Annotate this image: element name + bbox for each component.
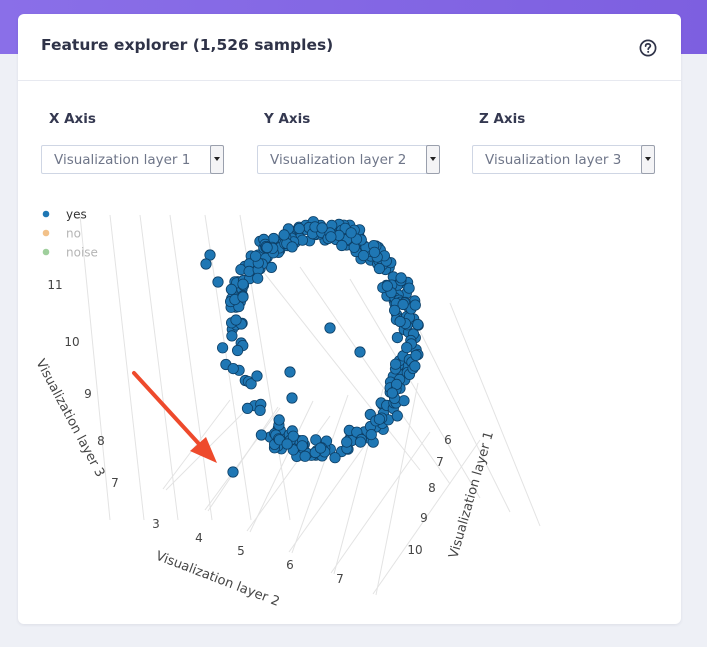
data-point-yes (296, 440, 308, 452)
data-point-yes (316, 222, 328, 234)
data-point-yes (278, 229, 290, 241)
x-tick-label: 6 (444, 433, 452, 447)
data-point-yes (388, 304, 401, 316)
x-tick-label: 8 (428, 481, 436, 495)
data-point-yes (286, 241, 298, 253)
data-point-yes (365, 428, 377, 441)
grid-line-z (139, 214, 179, 521)
data-point-yes (237, 278, 249, 290)
data-point-yes (251, 370, 263, 382)
data-point-yes (325, 231, 337, 243)
legend-label-noise[interactable]: noise (66, 246, 98, 260)
z-tick-label: 7 (111, 476, 119, 490)
legend-marker-yes (42, 210, 50, 218)
legend-label-no[interactable]: no (66, 227, 81, 241)
data-point-yes (386, 387, 398, 399)
data-point-yes (368, 246, 381, 258)
data-point-yes (281, 438, 293, 450)
data-point-yes (255, 429, 267, 441)
data-point-yes (412, 318, 424, 331)
data-point-yes (226, 330, 238, 342)
scatter-3d-plot[interactable]: 789101134567678910 yes no noise Visualiz… (0, 0, 707, 647)
x-tick-label: 7 (436, 455, 444, 469)
tick-labels: 789101134567678910 (47, 278, 451, 586)
data-point-yes (391, 410, 403, 422)
data-point-yes (373, 413, 385, 425)
axis-grid (79, 214, 541, 596)
data-point-yes (273, 414, 285, 426)
data-point-yes (217, 342, 229, 354)
legend-marker-noise (42, 248, 50, 256)
legend-label-yes[interactable]: yes (66, 208, 87, 222)
data-point-yes (241, 402, 254, 414)
data-point-yes (237, 291, 249, 303)
data-point-yes (336, 239, 348, 252)
y-tick-label: 3 (152, 517, 160, 531)
data-point-yes (225, 283, 237, 295)
data-point-yes (227, 362, 239, 375)
data-point-yes (200, 258, 212, 270)
z-tick-label: 10 (64, 335, 79, 349)
y-tick-label: 7 (336, 572, 344, 586)
data-point-yes (403, 282, 415, 294)
data-point-yes (357, 250, 370, 262)
data-point-yes (401, 341, 413, 354)
data-point-yes (394, 315, 406, 328)
z-tick-label: 11 (47, 278, 62, 292)
data-point-yes (389, 358, 402, 370)
y-tick-label: 6 (286, 558, 294, 572)
annotation-arrow (132, 371, 217, 463)
data-point-yes (398, 395, 410, 407)
data-point-yes (410, 349, 422, 361)
data-point-yes (381, 280, 393, 292)
data-point-yes (230, 314, 242, 326)
data-point-yes (252, 272, 264, 284)
data-point-yes (299, 450, 311, 462)
data-point-yes (329, 452, 341, 464)
data-point-yes (345, 227, 357, 239)
data-point-yes (324, 322, 336, 334)
z-tick-label: 9 (84, 387, 92, 401)
grid-line-floor (291, 394, 349, 554)
y-axis-title: Visualization layer 2 (154, 549, 282, 610)
data-point-yes (354, 436, 367, 448)
data-point-yes (261, 241, 273, 254)
data-point-yes (373, 262, 385, 275)
x-tick-label: 10 (407, 543, 422, 557)
data-point-yes (232, 344, 244, 357)
data-point-yes (395, 272, 407, 284)
data-point-yes (212, 276, 224, 288)
data-point-yes (227, 466, 239, 478)
data-point-yes (243, 265, 255, 277)
z-tick-label: 8 (97, 434, 105, 448)
x-tick-label: 9 (420, 511, 428, 525)
data-point-yes (391, 331, 403, 344)
data-point-yes (341, 436, 353, 448)
data-point-yes (293, 222, 305, 235)
x-axis-title: Visualization layer 1 (446, 430, 497, 560)
data-point-yes (314, 442, 327, 454)
grid-line-z (109, 214, 145, 521)
data-point-yes (354, 346, 366, 358)
legend[interactable]: yes no noise (42, 208, 98, 260)
y-tick-label: 4 (195, 531, 203, 545)
legend-marker-no (42, 229, 50, 237)
data-point-yes (286, 392, 298, 404)
data-point-yes (250, 250, 262, 262)
data-point-yes (409, 360, 421, 372)
grid-line-back (449, 302, 541, 527)
data-point-yes (409, 299, 421, 311)
data-point-yes (254, 404, 266, 416)
data-point-yes (284, 366, 296, 378)
y-tick-label: 5 (237, 544, 245, 558)
